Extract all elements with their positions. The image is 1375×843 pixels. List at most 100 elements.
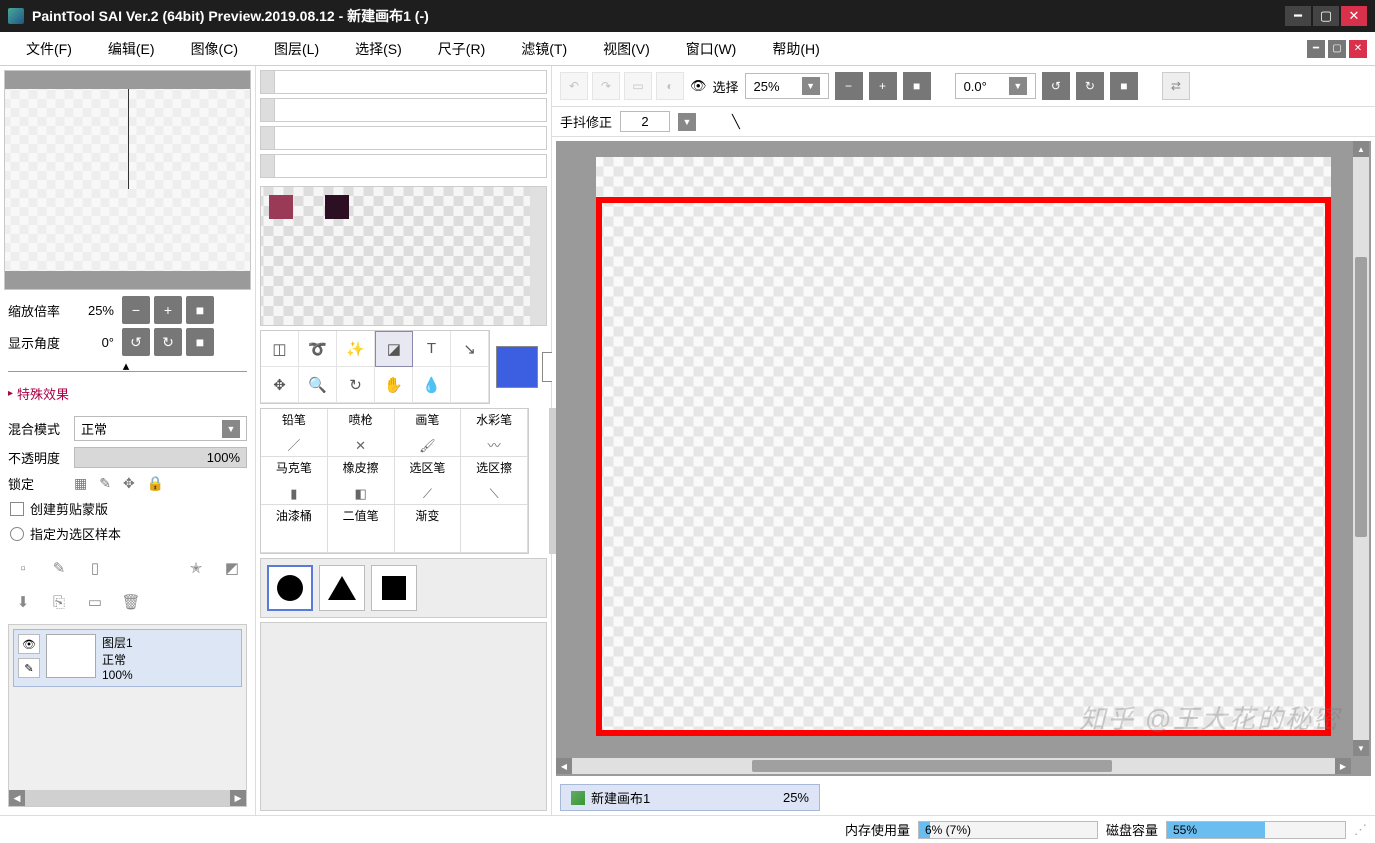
delete-layer-icon[interactable]: 🗑 [118,590,144,614]
layer-edit-icon[interactable]: ✎ [18,658,40,678]
angle-slider[interactable]: ▴ [8,360,247,372]
canvas-rotation-dropdown[interactable]: 0.0° ▼ [955,73,1036,99]
text-tool-icon[interactable]: T [413,331,451,367]
document-tab[interactable]: 新建画布1 25% [560,784,820,811]
canvas-zoom-out-button[interactable]: − [835,72,863,100]
canvas-vertical-scrollbar[interactable]: ▲ ▼ [1353,141,1369,756]
swatch-scrollbar[interactable] [530,187,546,325]
new-folder-icon[interactable]: ▯ [82,556,108,580]
rotate-tool-icon[interactable]: ↻ [337,367,375,403]
canvas-rotate-cw-button[interactable]: ↻ [1076,72,1104,100]
scroll-up-icon[interactable]: ▲ [1353,141,1369,157]
layer-item[interactable]: 👁 ✎ 图层1 正常 100% [13,629,242,687]
brush-eraser[interactable]: 橡皮擦◧ [328,457,395,505]
lasso-tool-icon[interactable]: ➰ [299,331,337,367]
menu-select[interactable]: 选择(S) [337,35,420,63]
clipping-mask-checkbox[interactable] [10,502,24,516]
duplicate-layer-icon[interactable]: ⎘ [46,590,72,614]
brush-select-eraser[interactable]: 选区擦⟍ [461,457,528,505]
color-swatch-panel[interactable] [260,186,547,326]
layer-scroll-left-icon[interactable]: ◀ [9,790,25,806]
canvas-viewport[interactable]: 知乎 @王大花的秘密 ▲ ▼ ◀ ▶ [556,141,1371,776]
zoom-reset-button[interactable]: ■ [186,296,214,324]
layer-mask-icon[interactable]: ✭ [183,556,209,580]
zoom-out-button[interactable]: − [122,296,150,324]
opacity-slider[interactable]: 100% [74,447,247,468]
layer-transform-icon[interactable]: ◩ [219,556,245,580]
canvas-zoom-in-button[interactable]: + [869,72,897,100]
canvas-zoom-dropdown[interactable]: 25% ▼ [745,73,829,99]
scroll-left-icon[interactable]: ◀ [556,758,572,774]
new-linework-layer-icon[interactable]: ✎ [46,556,72,580]
scroll-right-icon[interactable]: ▶ [1335,758,1351,774]
hand-tool-icon[interactable]: ✋ [375,367,413,403]
history-row[interactable] [260,98,547,122]
brush-binary[interactable]: 二值笔 [328,505,395,553]
brush-select-pen[interactable]: 选区笔⟋ [395,457,462,505]
subwindow-minimize-button[interactable]: ━ [1307,40,1325,58]
history-row[interactable] [260,126,547,150]
menu-image[interactable]: 图像(C) [173,35,256,63]
menu-edit[interactable]: 编辑(E) [90,35,173,63]
canvas-horizontal-scrollbar[interactable]: ◀ ▶ [556,758,1351,774]
menu-help[interactable]: 帮助(H) [754,35,837,63]
foreground-color[interactable] [496,346,538,388]
new-layer-icon[interactable]: ▫ [10,556,36,580]
invert-button[interactable]: ◐ [656,72,684,100]
lock-all-icon[interactable]: 🔒 [147,475,164,492]
line-tool-icon[interactable]: ↘ [451,331,489,367]
lock-transparency-icon[interactable]: ▦ [74,475,87,492]
menu-filter[interactable]: 滤镜(T) [503,35,585,63]
move-tool-icon[interactable]: ✥ [261,367,299,403]
history-row[interactable] [260,154,547,178]
scroll-down-icon[interactable]: ▼ [1353,740,1369,756]
menu-window[interactable]: 窗口(W) [668,35,755,63]
clear-layer-icon[interactable]: ▭ [82,590,108,614]
window-close-button[interactable]: ✕ [1341,6,1367,26]
wand-tool-icon[interactable]: ✨ [337,331,375,367]
subwindow-maximize-button[interactable]: ▢ [1328,40,1346,58]
lock-move-icon[interactable]: ✥ [123,475,135,492]
brush-marker[interactable]: 马克笔▮ [261,457,328,505]
menu-view[interactable]: 视图(V) [585,35,668,63]
window-minimize-button[interactable]: ━ [1285,6,1311,26]
undo-button[interactable]: ↶ [560,72,588,100]
resize-grip-icon[interactable]: ⋰ [1354,822,1367,838]
brush-gradient[interactable]: 渐变 [395,505,462,553]
window-maximize-button[interactable]: ▢ [1313,6,1339,26]
color-swatch[interactable] [269,195,293,219]
brush-airbrush[interactable]: 喷枪✕ [328,409,395,457]
menu-ruler[interactable]: 尺子(R) [420,35,503,63]
color-swatch[interactable] [325,195,349,219]
blend-mode-dropdown[interactable]: 正常 ▼ [74,416,247,441]
zoom-tool-icon[interactable]: 🔍 [299,367,337,403]
redo-button[interactable]: ↷ [592,72,620,100]
marquee-tool-icon[interactable]: ◫ [261,331,299,367]
menu-layer[interactable]: 图层(L) [256,35,337,63]
brush-brush[interactable]: 画笔🖌 [395,409,462,457]
layer-scroll-right-icon[interactable]: ▶ [230,790,246,806]
zoom-in-button[interactable]: + [154,296,182,324]
subwindow-close-button[interactable]: ✕ [1349,40,1367,58]
canvas-zoom-fit-button[interactable]: ■ [903,72,931,100]
layer-list[interactable]: 👁 ✎ 图层1 正常 100% ◀ ▶ [8,624,247,807]
shape-tool-icon[interactable]: ◪ [375,331,413,367]
deselect-button[interactable]: ▭ [624,72,652,100]
shape-circle[interactable] [267,565,313,611]
brush-watercolor[interactable]: 水彩笔〰 [461,409,528,457]
effects-section-header[interactable]: 特殊效果 [4,378,251,409]
canvas-rotate-ccw-button[interactable]: ↺ [1042,72,1070,100]
eyedropper-tool-icon[interactable]: 💧 [413,367,451,403]
stabilizer-value-input[interactable]: 2 [620,111,670,132]
selection-source-radio[interactable] [10,527,24,541]
rotate-cw-button[interactable]: ↻ [154,328,182,356]
flip-horizontal-button[interactable]: ⇄ [1162,72,1190,100]
shape-triangle[interactable] [319,565,365,611]
canvas-rotate-reset-button[interactable]: ■ [1110,72,1138,100]
layer-visibility-icon[interactable]: 👁 [18,634,40,654]
menu-file[interactable]: 文件(F) [8,35,90,63]
brush-pencil[interactable]: 铅笔／ [261,409,328,457]
chevron-down-icon[interactable]: ▼ [678,113,696,131]
rotate-ccw-button[interactable]: ↺ [122,328,150,356]
rotate-reset-button[interactable]: ■ [186,328,214,356]
